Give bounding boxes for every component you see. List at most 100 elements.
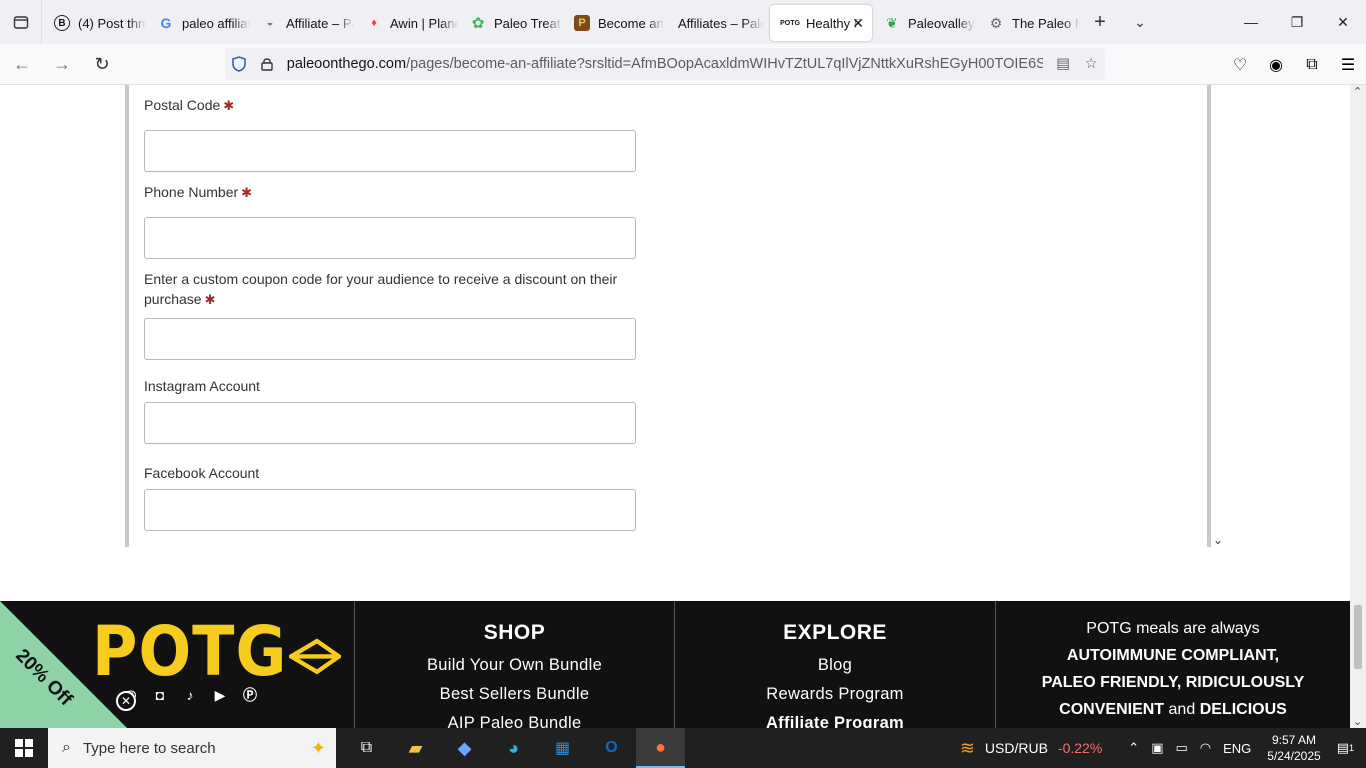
pinterest-icon[interactable]: Ⓟ [240,685,260,705]
scroll-down-icon[interactable]: ⌄ [1353,715,1362,728]
instagram-field: Instagram Account [144,376,636,444]
reader-view-icon[interactable]: ▤ [1049,56,1077,72]
p-icon: P [574,15,590,31]
url-bar[interactable]: paleoonthego.com/pages/become-an-affilia… [225,48,1105,80]
windows-taskbar: ⌕ Type here to search ✦ ⧉ ▰ ◆ ◕ ▦ O ● ≋ … [0,728,1366,768]
footer-about-column: POTG meals are always AUTOIMMUNE COMPLIA… [995,601,1350,728]
instagram-icon[interactable]: ◘ [150,685,170,705]
reload-button[interactable]: ↻ [84,48,120,80]
wifi-icon[interactable]: ◠ [1194,740,1217,756]
tab-post-threads[interactable]: B (4) Post thre [42,5,146,41]
file-explorer-icon[interactable]: ▰ [391,728,440,768]
coupon-code-field: Enter a custom coupon code for your audi… [144,269,636,360]
chevron-down-icon: ⌄ [1134,13,1146,30]
start-button[interactable] [0,728,48,768]
windows-logo-icon [15,739,33,757]
search-placeholder: Type here to search [82,739,216,757]
facebook-field: Facebook Account [144,463,636,531]
search-icon: ⌕ [62,739,71,756]
show-hidden-icons[interactable]: ⌃ [1122,740,1145,756]
clock[interactable]: 9:57 AM 5/24/2025 [1257,732,1330,764]
flower-icon: ✿ [471,15,485,32]
new-tab-button[interactable]: + [1080,0,1120,44]
tab-become-an[interactable]: P Become an [562,5,666,41]
form-frame-scrollbar[interactable] [1207,85,1211,547]
about-line-2: AUTOIMMUNE COMPLIANT, [1066,647,1280,664]
battery-icon[interactable]: ▭ [1169,740,1193,756]
tab-affiliates-paleo[interactable]: Affiliates – Paleo [666,5,770,41]
back-button[interactable]: ← [4,48,40,80]
taskbar-apps: ⧉ ▰ ◆ ◕ ▦ O ● [342,728,685,768]
extensions-icon[interactable]: ⧉ [1294,56,1330,74]
coupon-code-input[interactable] [144,318,636,360]
frame-scroll-down-icon[interactable]: ⌄ [1213,533,1223,547]
store-icon[interactable]: ▦ [538,728,587,768]
instagram-input[interactable] [144,402,636,444]
footer-explore-column: EXPLORE Blog Rewards Program Affiliate P… [674,601,995,728]
youtube-icon[interactable]: ▶ [210,685,230,705]
explore-link-blog[interactable]: Blog [675,657,995,674]
account-icon[interactable]: ◉ [1258,55,1294,75]
tiktok-icon[interactable]: ♪ [180,685,200,705]
tab-affiliate-pa[interactable]: ◒ Affiliate – Pa [250,5,354,41]
firefox-icon[interactable]: ● [636,728,685,768]
currency-widget[interactable]: ≋ USD/RUB -0.22% [954,738,1108,759]
copilot-icon[interactable]: ◆ [440,728,489,768]
notification-center[interactable]: ▤ 1 [1331,740,1366,756]
navigation-bar: ← → ↻ paleoonthego.com/pages/become-an-a… [0,44,1366,85]
potg-logo[interactable]: POTG [92,611,344,692]
social-links: @ ◘ ♪ ▶ Ⓟ [120,685,260,705]
meet-now-icon[interactable]: ▣ [1145,740,1169,756]
shop-link-aip-bundle[interactable]: AIP Paleo Bundle [355,715,674,729]
reload-icon: ↻ [94,53,110,74]
tab-awin[interactable]: ♦ Awin | Plane [354,5,458,41]
tab-the-paleo-m[interactable]: ⚙ The Paleo M [976,5,1080,41]
task-view-icon[interactable]: ⧉ [342,728,391,768]
about-line-3: PALEO FRIENDLY, RIDICULOUSLY [1041,674,1305,691]
scrollbar-thumb[interactable] [1354,605,1362,669]
taskbar-search[interactable]: ⌕ Type here to search ✦ [48,728,336,768]
list-all-tabs-button[interactable] [0,0,42,44]
explore-link-affiliate[interactable]: Affiliate Program [675,715,995,729]
postal-code-input[interactable] [144,130,636,172]
tab-healthy-f-active[interactable]: POTG Healthy F ✕ [770,5,872,41]
edge-icon[interactable]: ◕ [489,728,538,768]
lock-icon[interactable] [253,57,281,71]
toolbar-right: ♡ ◉ ⧉ ☰ [1222,44,1366,85]
tab-google-search[interactable]: Gpaleo affiliat [146,5,250,41]
google-icon: G [160,15,172,31]
scroll-up-icon[interactable]: ⌃ [1353,85,1362,98]
coins-icon: ≋ [959,737,975,758]
shop-link-build-bundle[interactable]: Build Your Own Bundle [355,657,674,674]
window-controls: — ❐ ✕ [1228,0,1366,44]
page-content: Postal Code ✱ Phone Number ✱ Enter a custo… [0,85,1350,728]
shield-icon[interactable] [225,56,253,72]
promo-close-icon[interactable]: ✕ [116,691,136,711]
postal-code-field: Postal Code ✱ [144,95,636,172]
facebook-input[interactable] [144,489,636,531]
tab-paleo-treats[interactable]: ✿ Paleo Treats [458,5,562,41]
shop-heading: SHOP [483,621,546,644]
close-tab-icon[interactable]: ✕ [852,15,864,32]
pocket-icon[interactable]: ♡ [1222,55,1258,75]
phone-number-input[interactable] [144,217,636,259]
explore-link-rewards[interactable]: Rewards Program [675,686,995,703]
plus-icon: + [1094,10,1106,33]
restore-button[interactable]: ❐ [1274,0,1320,44]
close-window-button[interactable]: ✕ [1320,0,1366,44]
facebook-label: Facebook Account [144,465,260,481]
outlook-icon[interactable]: O [587,728,636,768]
minimize-button[interactable]: — [1228,0,1274,44]
back-arrow-icon: ← [13,53,31,74]
tab-list-button[interactable]: ⌄ [1120,0,1160,44]
menu-icon[interactable]: ☰ [1330,55,1366,75]
page-scrollbar[interactable]: ⌃ ⌄ [1350,85,1366,728]
bookmark-star-icon[interactable]: ☆ [1077,56,1105,72]
system-tray: ≋ USD/RUB -0.22% ⌃ ▣ ▭ ◠ ENG 9:57 AM 5/2… [954,728,1366,768]
forward-button[interactable]: → [44,48,80,80]
copilot-sparkle-icon[interactable]: ✦ [311,738,326,759]
postal-code-label: Postal Code ✱ [144,97,235,113]
language-indicator[interactable]: ENG [1217,741,1257,756]
shop-link-best-sellers[interactable]: Best Sellers Bundle [355,686,674,703]
tab-paleovalley[interactable]: ❦ Paleovalley [872,5,976,41]
